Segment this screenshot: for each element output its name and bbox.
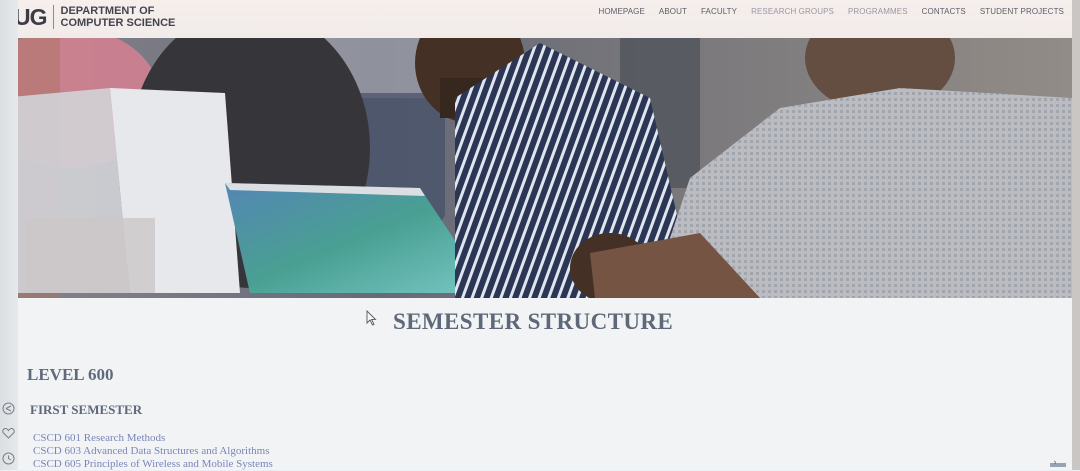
- heart-icon[interactable]: [2, 427, 15, 440]
- course-link-cscd601[interactable]: CSCD 601 Research Methods: [33, 432, 273, 445]
- level-heading: LEVEL 600: [27, 365, 114, 384]
- nav-programmes[interactable]: PROGRAMMES: [848, 7, 908, 16]
- share-icon[interactable]: [2, 402, 15, 415]
- nav-research-groups[interactable]: RESEARCH GROUPS: [751, 7, 834, 16]
- hero-banner: [0, 38, 1072, 298]
- semester-heading: FIRST SEMESTER: [30, 402, 143, 417]
- mouse-cursor-icon: [366, 310, 377, 326]
- course-list: CSCD 601 Research Methods CSCD 603 Advan…: [33, 432, 273, 471]
- nav-about[interactable]: ABOUT: [659, 7, 687, 16]
- page-title: SEMESTER STRUCTURE: [393, 309, 674, 334]
- site-header: UG DEPARTMENT OF COMPUTER SCIENCE HOMEPA…: [0, 0, 1080, 38]
- nav-contacts[interactable]: CONTACTS: [922, 7, 966, 16]
- site-logo[interactable]: UG DEPARTMENT OF COMPUTER SCIENCE: [4, 2, 175, 32]
- main-nav: HOMEPAGE ABOUT FACULTY RESEARCH GROUPS P…: [584, 7, 1064, 16]
- scroll-right-arrow-icon[interactable]: ›: [1050, 458, 1060, 468]
- nav-homepage[interactable]: HOMEPAGE: [598, 7, 644, 16]
- course-link-cscd605[interactable]: CSCD 605 Principles of Wireless and Mobi…: [33, 458, 273, 471]
- nav-faculty[interactable]: FACULTY: [701, 7, 737, 16]
- left-social-rail: [0, 0, 18, 470]
- logo-department: DEPARTMENT OF COMPUTER SCIENCE: [61, 5, 176, 29]
- logo-line2: COMPUTER SCIENCE: [60, 17, 176, 29]
- course-link-cscd603[interactable]: CSCD 603 Advanced Data Structures and Al…: [33, 445, 273, 458]
- logo-abbr: UG: [14, 3, 47, 30]
- clock-icon[interactable]: [2, 452, 15, 465]
- logo-line1: DEPARTMENT OF: [60, 5, 155, 17]
- hero-photo: [0, 38, 1072, 298]
- screen-bezel-edge: [1072, 0, 1080, 470]
- logo-divider: [52, 5, 54, 29]
- nav-student-projects[interactable]: STUDENT PROJECTS: [980, 7, 1064, 16]
